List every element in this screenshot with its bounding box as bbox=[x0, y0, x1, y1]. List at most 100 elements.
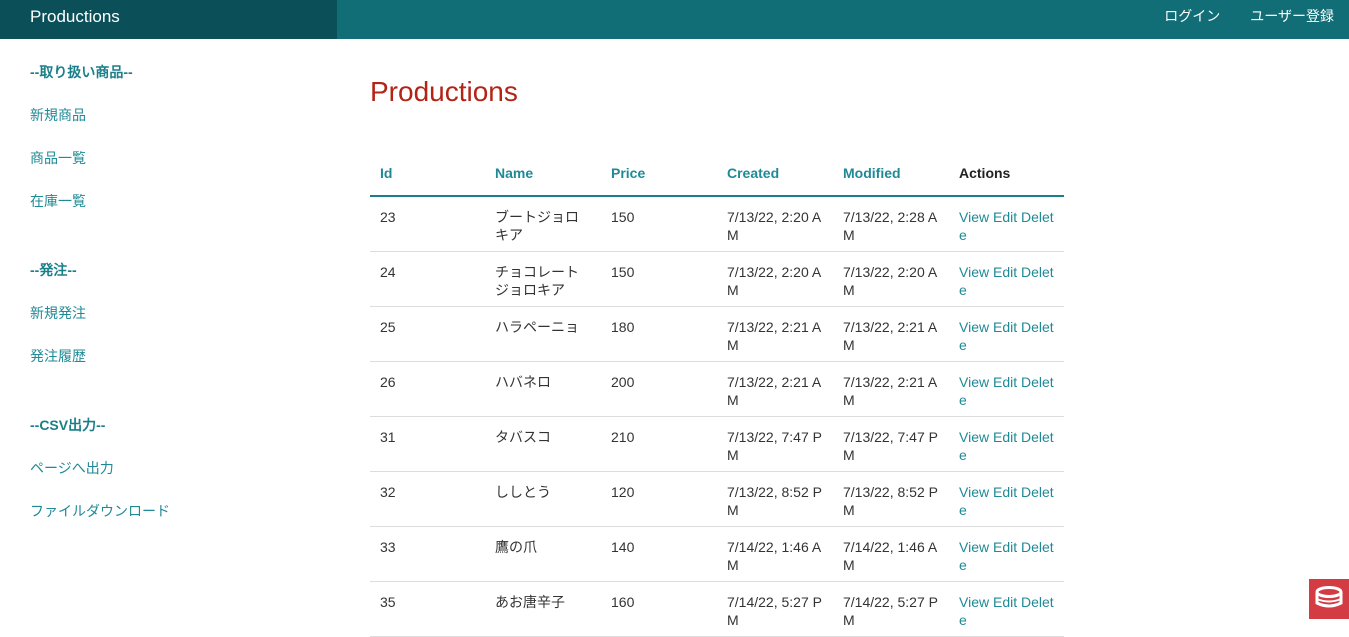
cell-created: 7/13/22, 2:21 AM bbox=[717, 361, 833, 416]
edit-link[interactable]: Edit bbox=[993, 374, 1017, 390]
cell-name: ハバネロ bbox=[485, 361, 601, 416]
login-link[interactable]: ログイン bbox=[1164, 6, 1220, 26]
cell-modified: 7/14/22, 5:27 PM bbox=[833, 581, 949, 636]
cell-created: 7/13/22, 7:47 PM bbox=[717, 416, 833, 471]
column-header-modified[interactable]: Modified bbox=[833, 151, 949, 196]
sidebar-item-product-list[interactable]: 商品一覧 bbox=[30, 148, 310, 168]
cell-modified: 7/14/22, 1:46 AM bbox=[833, 526, 949, 581]
sidebar-heading-csv: --CSV出力-- bbox=[30, 415, 310, 435]
cell-price: 200 bbox=[601, 361, 717, 416]
cell-name: ハラペーニョ bbox=[485, 306, 601, 361]
cell-modified: 7/13/22, 2:20 AM bbox=[833, 251, 949, 306]
view-link[interactable]: View bbox=[959, 539, 989, 555]
cell-actions: View Edit Delete bbox=[949, 526, 1064, 581]
cell-price: 150 bbox=[601, 196, 717, 251]
cell-price: 140 bbox=[601, 526, 717, 581]
sidebar-item-new-order[interactable]: 新規発注 bbox=[30, 303, 310, 323]
cell-created: 7/14/22, 1:46 AM bbox=[717, 526, 833, 581]
edit-link[interactable]: Edit bbox=[993, 484, 1017, 500]
cell-created: 7/14/22, 5:27 PM bbox=[717, 581, 833, 636]
cell-actions: View Edit Delete bbox=[949, 251, 1064, 306]
table-row: 24チョコレートジョロキア1507/13/22, 2:20 AM7/13/22,… bbox=[370, 251, 1064, 306]
cell-modified: 7/13/22, 2:28 AM bbox=[833, 196, 949, 251]
cell-created: 7/13/22, 2:20 AM bbox=[717, 196, 833, 251]
page-title: Productions bbox=[370, 74, 1064, 110]
sidebar-heading-orders: --発注-- bbox=[30, 260, 310, 280]
table-header-row: Id Name Price Created Modified Actions bbox=[370, 151, 1064, 196]
table-row: 33鷹の爪1407/14/22, 1:46 AM7/14/22, 1:46 AM… bbox=[370, 526, 1064, 581]
cell-name: あお唐辛子 bbox=[485, 581, 601, 636]
cell-id: 23 bbox=[370, 196, 485, 251]
cell-actions: View Edit Delete bbox=[949, 306, 1064, 361]
column-header-actions: Actions bbox=[949, 151, 1064, 196]
sidebar-item-new-product[interactable]: 新規商品 bbox=[30, 105, 310, 125]
table-row: 25ハラペーニョ1807/13/22, 2:21 AM7/13/22, 2:21… bbox=[370, 306, 1064, 361]
cell-modified: 7/13/22, 2:21 AM bbox=[833, 361, 949, 416]
cell-created: 7/13/22, 2:20 AM bbox=[717, 251, 833, 306]
edit-link[interactable]: Edit bbox=[993, 319, 1017, 335]
cell-actions: View Edit Delete bbox=[949, 471, 1064, 526]
edit-link[interactable]: Edit bbox=[993, 594, 1017, 610]
table-row: 31タバスコ2107/13/22, 7:47 PM7/13/22, 7:47 P… bbox=[370, 416, 1064, 471]
cell-id: 26 bbox=[370, 361, 485, 416]
cell-id: 33 bbox=[370, 526, 485, 581]
productions-table: Id Name Price Created Modified Actions 2… bbox=[370, 151, 1064, 637]
column-header-price[interactable]: Price bbox=[601, 151, 717, 196]
column-header-created[interactable]: Created bbox=[717, 151, 833, 196]
view-link[interactable]: View bbox=[959, 319, 989, 335]
sidebar-spacer bbox=[30, 211, 310, 260]
sidebar-item-export-page[interactable]: ページへ出力 bbox=[30, 458, 310, 478]
cell-actions: View Edit Delete bbox=[949, 196, 1064, 251]
cell-id: 35 bbox=[370, 581, 485, 636]
cell-modified: 7/13/22, 7:47 PM bbox=[833, 416, 949, 471]
view-link[interactable]: View bbox=[959, 484, 989, 500]
edit-link[interactable]: Edit bbox=[993, 539, 1017, 555]
view-link[interactable]: View bbox=[959, 374, 989, 390]
view-link[interactable]: View bbox=[959, 594, 989, 610]
cell-modified: 7/13/22, 8:52 PM bbox=[833, 471, 949, 526]
sidebar-item-stock-list[interactable]: 在庫一覧 bbox=[30, 191, 310, 211]
table-row: 26ハバネロ2007/13/22, 2:21 AM7/13/22, 2:21 A… bbox=[370, 361, 1064, 416]
view-link[interactable]: View bbox=[959, 209, 989, 225]
sidebar-item-file-download[interactable]: ファイルダウンロード bbox=[30, 501, 310, 521]
cell-id: 24 bbox=[370, 251, 485, 306]
table-row: 35あお唐辛子1607/14/22, 5:27 PM7/14/22, 5:27 … bbox=[370, 581, 1064, 636]
sidebar-spacer bbox=[30, 366, 310, 415]
brand-title[interactable]: Productions bbox=[0, 0, 337, 39]
top-nav-links: ログイン ユーザー登録 bbox=[1134, 0, 1334, 39]
cell-name: チョコレートジョロキア bbox=[485, 251, 601, 306]
cell-name: タバスコ bbox=[485, 416, 601, 471]
edit-link[interactable]: Edit bbox=[993, 264, 1017, 280]
cell-price: 180 bbox=[601, 306, 717, 361]
edit-link[interactable]: Edit bbox=[993, 429, 1017, 445]
column-header-id[interactable]: Id bbox=[370, 151, 485, 196]
table-body: 23ブートジョロキア1507/13/22, 2:20 AM7/13/22, 2:… bbox=[370, 196, 1064, 636]
cell-price: 160 bbox=[601, 581, 717, 636]
view-link[interactable]: View bbox=[959, 429, 989, 445]
cell-price: 120 bbox=[601, 471, 717, 526]
cell-actions: View Edit Delete bbox=[949, 416, 1064, 471]
cell-created: 7/13/22, 2:21 AM bbox=[717, 306, 833, 361]
cell-id: 32 bbox=[370, 471, 485, 526]
register-link[interactable]: ユーザー登録 bbox=[1250, 6, 1334, 26]
cell-price: 150 bbox=[601, 251, 717, 306]
edit-link[interactable]: Edit bbox=[993, 209, 1017, 225]
column-header-name[interactable]: Name bbox=[485, 151, 601, 196]
cell-created: 7/13/22, 8:52 PM bbox=[717, 471, 833, 526]
cakephp-logo-icon[interactable] bbox=[1309, 579, 1349, 619]
table-row: 32ししとう1207/13/22, 8:52 PM7/13/22, 8:52 P… bbox=[370, 471, 1064, 526]
table-row: 23ブートジョロキア1507/13/22, 2:20 AM7/13/22, 2:… bbox=[370, 196, 1064, 251]
cell-actions: View Edit Delete bbox=[949, 581, 1064, 636]
cell-price: 210 bbox=[601, 416, 717, 471]
sidebar: --取り扱い商品-- 新規商品 商品一覧 在庫一覧 --発注-- 新規発注 発注… bbox=[30, 62, 310, 521]
cell-id: 25 bbox=[370, 306, 485, 361]
cell-modified: 7/13/22, 2:21 AM bbox=[833, 306, 949, 361]
top-navbar: Productions ログイン ユーザー登録 bbox=[0, 0, 1349, 39]
cell-name: 鷹の爪 bbox=[485, 526, 601, 581]
cell-actions: View Edit Delete bbox=[949, 361, 1064, 416]
cell-id: 31 bbox=[370, 416, 485, 471]
main-content: Productions Id Name Price Created Modifi… bbox=[370, 74, 1064, 110]
cell-name: ブートジョロキア bbox=[485, 196, 601, 251]
view-link[interactable]: View bbox=[959, 264, 989, 280]
sidebar-item-order-history[interactable]: 発注履歴 bbox=[30, 346, 310, 366]
